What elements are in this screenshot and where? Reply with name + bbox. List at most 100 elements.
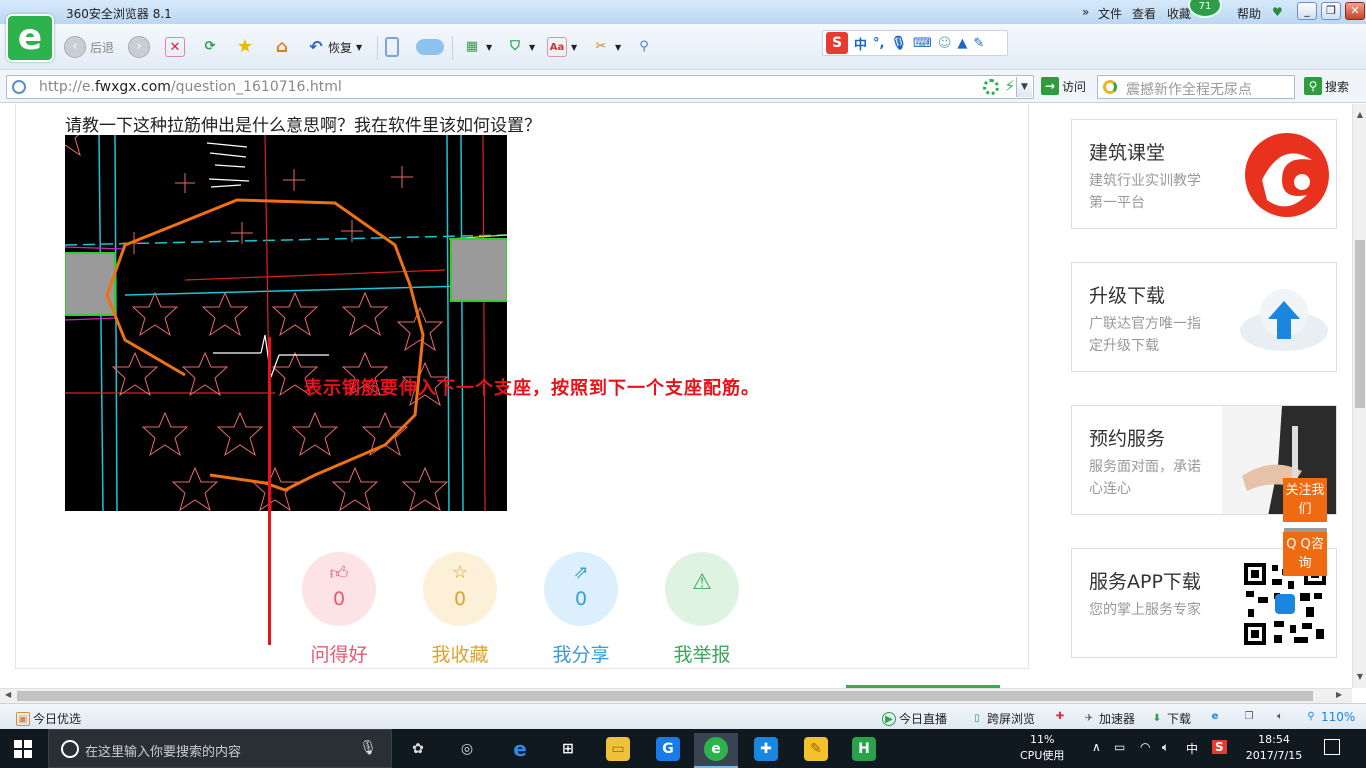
taskbar-search[interactable]: 在这里输入你要搜索的内容 🎙︎ bbox=[48, 729, 392, 768]
share-button[interactable]: ⇗ 0 我分享 bbox=[544, 552, 618, 667]
menu-file[interactable]: 文件 bbox=[1098, 5, 1122, 22]
compat-mode-icon[interactable] bbox=[983, 79, 999, 95]
menu-more-icon[interactable]: » bbox=[1082, 5, 1089, 19]
back-button[interactable]: ‹ 后退 bbox=[64, 36, 114, 58]
collect-button[interactable]: ☆ 0 我收藏 bbox=[423, 552, 497, 667]
annotation-text: 表示钢筋要伸入下一个支座，按照到下一个支座配筋。 bbox=[304, 378, 760, 399]
home-button[interactable]: ⌂ bbox=[272, 36, 292, 58]
search-button[interactable]: ⚲ 搜索 bbox=[1304, 77, 1349, 95]
scrollbar-thumb[interactable] bbox=[17, 691, 1313, 701]
stop-button[interactable]: ✕ bbox=[165, 36, 185, 58]
score-badge[interactable]: 71 bbox=[1188, 0, 1222, 18]
skin-icon[interactable]: ♥ bbox=[1272, 5, 1283, 19]
sogou-tray-icon[interactable]: S bbox=[1212, 740, 1227, 754]
clock[interactable]: 18:54 2017/7/15 bbox=[1241, 732, 1307, 764]
window-icon[interactable]: ❐ bbox=[1242, 710, 1256, 724]
card-title: 升级下载 bbox=[1089, 285, 1166, 307]
search-engine-icon[interactable] bbox=[1103, 80, 1117, 94]
status-bar: ▣ 今日优选 ▶ 今日直播 ▯ 跨屏浏览 ✚ ✈ 加速器 ⬇ 下载 e ❐ 🔈︎… bbox=[0, 703, 1366, 729]
wifi-icon[interactable]: ◠ bbox=[1140, 740, 1150, 754]
screenshot-button[interactable]: ✂ ▼ bbox=[591, 36, 622, 58]
follow-us-button[interactable]: 关注我们 bbox=[1283, 478, 1327, 522]
sogou-logo-icon: S bbox=[826, 32, 848, 54]
url-text[interactable]: http://e.fwxgx.com/question_1610716.html bbox=[39, 79, 342, 95]
sidebar-card-upgrade[interactable]: 升级下载 广联达官方唯一指定升级下载 bbox=[1071, 262, 1337, 372]
card-desc: 广联达官方唯一指定升级下载 bbox=[1089, 316, 1201, 354]
minimize-button[interactable]: _ bbox=[1297, 2, 1317, 20]
tools-icon[interactable]: ✎ bbox=[973, 36, 984, 51]
zoom-level[interactable]: ⚲ 110% bbox=[1304, 710, 1355, 724]
report-label: 我举报 bbox=[673, 644, 731, 666]
menu-help[interactable]: 帮助 bbox=[1237, 5, 1261, 22]
phone-button[interactable] bbox=[385, 36, 399, 58]
translate-button[interactable]: Aa ▼ bbox=[547, 36, 577, 58]
app-swirl-icon[interactable]: ◎ bbox=[445, 733, 489, 768]
volume-icon[interactable]: 🔈︎ bbox=[1273, 710, 1287, 724]
ime-bar[interactable]: S 中 °, 🎙 ⌨ ☺ ▲ ✎ bbox=[822, 30, 1008, 56]
user-icon[interactable]: ☺ bbox=[938, 36, 952, 51]
windows-start-icon[interactable] bbox=[14, 740, 32, 758]
search-input[interactable]: 震撼新作全程无尿点 bbox=[1097, 75, 1295, 99]
cloud-icon bbox=[416, 39, 444, 55]
vertical-scrollbar[interactable]: ▲ ▼ bbox=[1352, 104, 1366, 688]
360-browser-taskbar-icon[interactable]: e bbox=[694, 733, 738, 768]
security-button[interactable]: ⛉ ▼ bbox=[505, 36, 535, 58]
menu-view[interactable]: 查看 bbox=[1132, 5, 1156, 22]
cloud-button[interactable] bbox=[416, 36, 444, 58]
horizontal-scrollbar[interactable]: ◀ ▶ bbox=[0, 688, 1352, 703]
notes-icon[interactable]: ✎ bbox=[794, 733, 838, 768]
download-link[interactable]: ⬇ 下载 bbox=[1150, 710, 1191, 727]
forward-button[interactable]: › bbox=[128, 36, 150, 58]
live-link[interactable]: ▶ 今日直播 bbox=[882, 710, 947, 727]
punctuation-icon[interactable]: °, bbox=[873, 36, 884, 51]
accelerator-link[interactable]: ✈ 加速器 bbox=[1082, 710, 1135, 727]
mic-icon[interactable]: 🎙 bbox=[890, 36, 907, 51]
scroll-right-icon[interactable]: ▶ bbox=[1336, 690, 1342, 699]
glodon-icon[interactable]: G bbox=[646, 733, 690, 768]
app-h-icon[interactable]: H bbox=[842, 733, 886, 768]
scrollbar-thumb[interactable] bbox=[1355, 240, 1365, 408]
ime-lang[interactable]: 中 bbox=[854, 34, 867, 53]
restore-tab-button[interactable]: ↶ 恢复 ▼ bbox=[306, 36, 362, 58]
qq-consult-button[interactable]: Q Q咨询 bbox=[1283, 532, 1327, 576]
close-button[interactable]: ✕ bbox=[1345, 2, 1365, 20]
like-label: 问得好 bbox=[310, 644, 368, 666]
like-button[interactable]: 👍︎ 0 问得好 bbox=[302, 552, 376, 667]
cross-screen-link[interactable]: ▯ 跨屏浏览 bbox=[970, 710, 1035, 727]
file-explorer-icon[interactable]: ▭ bbox=[596, 733, 640, 768]
speaker-icon[interactable]: 🔈︎ bbox=[1162, 740, 1169, 755]
scroll-left-icon[interactable]: ◀ bbox=[5, 690, 11, 699]
apps-button[interactable]: ▦ ▼ bbox=[462, 36, 492, 58]
scroll-down-icon[interactable]: ▼ bbox=[1353, 672, 1366, 681]
task-view-icon[interactable]: ✿ bbox=[396, 733, 440, 768]
notification-icon[interactable] bbox=[1324, 739, 1340, 755]
cortana-icon bbox=[61, 740, 79, 758]
collect-count: 0 bbox=[453, 588, 467, 610]
keyboard-icon[interactable]: ⌨ bbox=[913, 36, 932, 51]
mic-icon[interactable]: 🎙︎ bbox=[359, 740, 377, 756]
tray-expand-icon[interactable]: ∧ bbox=[1092, 740, 1101, 754]
edge-icon[interactable]: e bbox=[498, 733, 542, 768]
browser-logo-icon[interactable]: e bbox=[6, 14, 54, 62]
favorite-button[interactable]: ★ bbox=[235, 36, 255, 58]
ime-indicator[interactable]: 中 bbox=[1186, 740, 1198, 757]
sidebar-card-course[interactable]: 建筑课堂 建筑行业实训教学第一平台 bbox=[1071, 119, 1337, 229]
skin-icon[interactable]: ▲ bbox=[957, 36, 967, 51]
battery-icon[interactable]: ▭ bbox=[1114, 740, 1125, 754]
report-button[interactable]: ⚠ 我举报 bbox=[665, 552, 739, 667]
health-icon[interactable]: ✚ bbox=[1053, 710, 1067, 724]
refresh-button[interactable]: ⟳ bbox=[200, 36, 220, 58]
speed-mode-icon[interactable]: ⚡ bbox=[1004, 77, 1015, 95]
store-icon[interactable]: ⊞ bbox=[546, 733, 590, 768]
ie-icon[interactable]: e bbox=[1208, 710, 1222, 724]
url-field[interactable]: http://e.fwxgx.com/question_1610716.html… bbox=[6, 75, 1034, 99]
today-picks[interactable]: ▣ 今日优选 bbox=[16, 710, 81, 727]
restore-button[interactable]: ❐ bbox=[1321, 2, 1341, 20]
annotation-line bbox=[268, 337, 271, 645]
url-dropdown-icon[interactable]: ▼ bbox=[1016, 77, 1032, 97]
remote-desktop-icon[interactable]: ✚ bbox=[744, 733, 788, 768]
zoom-button[interactable]: ⚲ bbox=[634, 36, 654, 58]
scroll-up-icon[interactable]: ▲ bbox=[1353, 110, 1366, 119]
cpu-usage[interactable]: 11% CPU使用 bbox=[1020, 732, 1064, 764]
go-button[interactable]: → 访问 bbox=[1041, 77, 1086, 95]
